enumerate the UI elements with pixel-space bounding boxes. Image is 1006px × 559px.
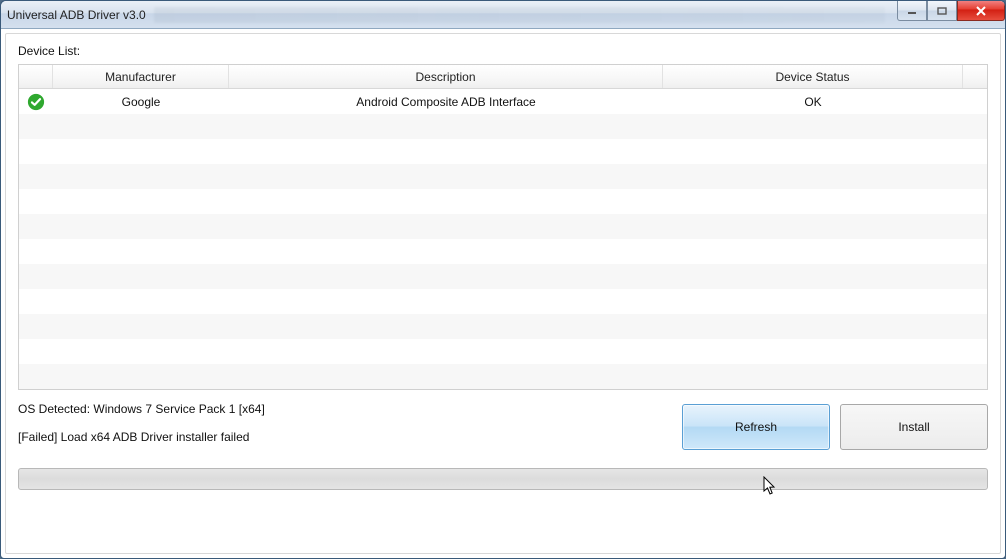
table-row[interactable]: Google Android Composite ADB Interface O… xyxy=(19,89,987,114)
table-row xyxy=(19,214,987,239)
column-header-status[interactable]: Device Status xyxy=(663,65,963,88)
table-row xyxy=(19,114,987,139)
grid-header: Manufacturer Description Device Status xyxy=(19,65,987,89)
refresh-button[interactable]: Refresh xyxy=(682,404,830,450)
client-area: Device List: Manufacturer Description De… xyxy=(5,33,1001,554)
column-header-icon[interactable] xyxy=(19,65,53,88)
button-row: Refresh Install xyxy=(682,404,988,450)
window-title: Universal ADB Driver v3.0 xyxy=(7,8,146,22)
table-row xyxy=(19,364,987,389)
os-detected-text: OS Detected: Windows 7 Service Pack 1 [x… xyxy=(18,402,682,416)
app-window: Universal ADB Driver v3.0 Device List: M… xyxy=(0,0,1006,559)
bottom-area: OS Detected: Windows 7 Service Pack 1 [x… xyxy=(18,402,988,458)
window-controls xyxy=(897,1,1005,21)
device-list-label: Device List: xyxy=(18,44,988,58)
table-row xyxy=(19,164,987,189)
close-button[interactable] xyxy=(957,1,1005,21)
check-circle-icon xyxy=(27,93,45,111)
cell-description: Android Composite ADB Interface xyxy=(229,89,663,114)
table-row xyxy=(19,314,987,339)
cell-status: OK xyxy=(663,89,963,114)
status-message-text: [Failed] Load x64 ADB Driver installer f… xyxy=(18,430,682,444)
cell-spacer xyxy=(963,89,987,114)
table-row xyxy=(19,289,987,314)
column-header-manufacturer[interactable]: Manufacturer xyxy=(53,65,229,88)
progress-bar xyxy=(18,468,988,490)
device-grid: Manufacturer Description Device Status G… xyxy=(18,64,988,390)
table-row xyxy=(19,239,987,264)
status-text-area: OS Detected: Windows 7 Service Pack 1 [x… xyxy=(18,402,682,458)
install-button[interactable]: Install xyxy=(840,404,988,450)
table-row xyxy=(19,139,987,164)
minimize-button[interactable] xyxy=(897,1,927,21)
grid-body: Google Android Composite ADB Interface O… xyxy=(19,89,987,389)
column-header-spacer xyxy=(963,65,987,88)
table-row xyxy=(19,339,987,364)
cell-manufacturer: Google xyxy=(53,89,229,114)
maximize-button[interactable] xyxy=(927,1,957,21)
titlebar-background-blur xyxy=(154,7,885,23)
column-header-description[interactable]: Description xyxy=(229,65,663,88)
row-status-icon-cell xyxy=(19,89,53,114)
table-row xyxy=(19,189,987,214)
table-row xyxy=(19,264,987,289)
titlebar[interactable]: Universal ADB Driver v3.0 xyxy=(1,1,1005,29)
